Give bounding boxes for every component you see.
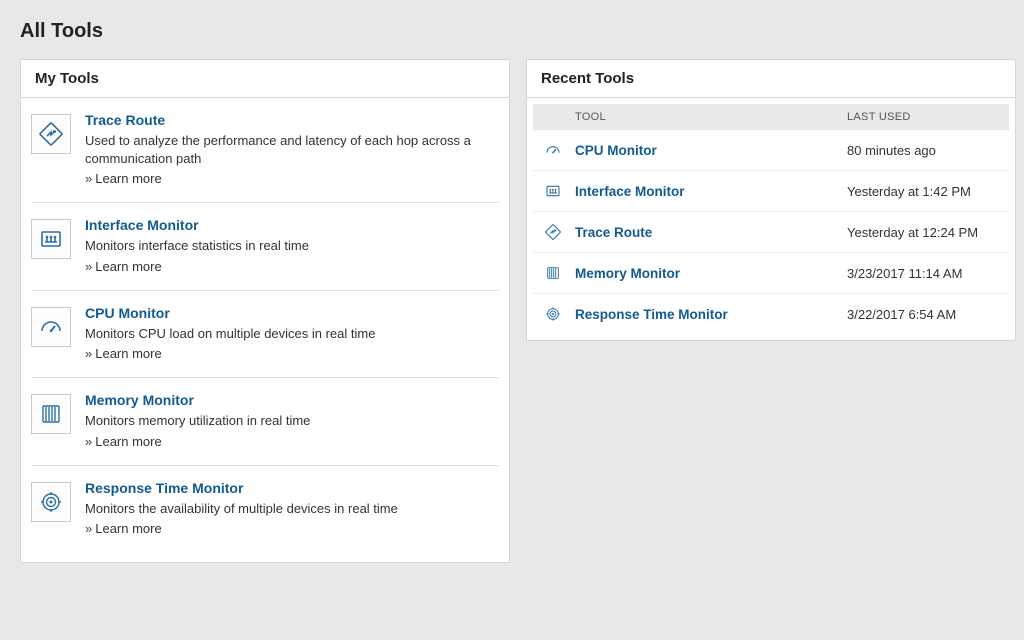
recent-row: Interface MonitorYesterday at 1:42 PM bbox=[533, 171, 1009, 212]
tool-item: Response Time Monitor Monitors the availa… bbox=[31, 465, 499, 553]
interface-icon bbox=[545, 183, 563, 199]
recent-row: CPU Monitor80 minutes ago bbox=[533, 130, 1009, 171]
learn-more-link[interactable]: »Learn more bbox=[85, 259, 162, 274]
learn-more-label: Learn more bbox=[95, 521, 161, 536]
traceroute-icon bbox=[545, 224, 563, 240]
recent-last-used: 3/23/2017 11:14 AM bbox=[847, 266, 997, 281]
tool-body: Memory Monitor Monitors memory utilizatio… bbox=[85, 392, 499, 451]
tool-item: Interface Monitor Monitors interface stat… bbox=[31, 202, 499, 290]
tool-body: Trace Route Used to analyze the performan… bbox=[85, 112, 499, 188]
tool-name-link[interactable]: CPU Monitor bbox=[85, 305, 170, 321]
recent-tools-title: Recent Tools bbox=[527, 60, 1015, 98]
tool-item: Memory Monitor Monitors memory utilizatio… bbox=[31, 377, 499, 465]
cpu-icon bbox=[545, 142, 563, 158]
tool-name-link[interactable]: Interface Monitor bbox=[85, 217, 199, 233]
chevron-right-icon: » bbox=[85, 259, 92, 274]
learn-more-link[interactable]: »Learn more bbox=[85, 346, 162, 361]
recent-tool-link[interactable]: Trace Route bbox=[575, 225, 847, 240]
memory-icon bbox=[31, 394, 71, 434]
learn-more-label: Learn more bbox=[95, 434, 161, 449]
recent-row: Memory Monitor3/23/2017 11:14 AM bbox=[533, 253, 1009, 294]
tool-body: Response Time Monitor Monitors the availa… bbox=[85, 480, 499, 539]
recent-tools-header-row: TOOL LAST USED bbox=[533, 104, 1009, 130]
recent-row: Response Time Monitor3/22/2017 6:54 AM bbox=[533, 294, 1009, 334]
tool-name-link[interactable]: Response Time Monitor bbox=[85, 480, 243, 496]
tool-description: Used to analyze the performance and late… bbox=[85, 132, 499, 167]
my-tools-title: My Tools bbox=[21, 60, 509, 98]
recent-tool-link[interactable]: Interface Monitor bbox=[575, 184, 847, 199]
recent-last-used: Yesterday at 12:24 PM bbox=[847, 225, 997, 240]
tool-name-link[interactable]: Memory Monitor bbox=[85, 392, 194, 408]
response-icon bbox=[31, 482, 71, 522]
recent-last-used: 3/22/2017 6:54 AM bbox=[847, 307, 997, 322]
recent-row: Trace RouteYesterday at 12:24 PM bbox=[533, 212, 1009, 253]
tool-description: Monitors the availability of multiple de… bbox=[85, 500, 499, 518]
chevron-right-icon: » bbox=[85, 434, 92, 449]
cpu-icon bbox=[31, 307, 71, 347]
chevron-right-icon: » bbox=[85, 521, 92, 536]
recent-last-used: 80 minutes ago bbox=[847, 143, 997, 158]
learn-more-label: Learn more bbox=[95, 171, 161, 186]
memory-icon bbox=[545, 265, 563, 281]
tool-name-link[interactable]: Trace Route bbox=[85, 112, 165, 128]
tool-body: Interface Monitor Monitors interface stat… bbox=[85, 217, 499, 276]
learn-more-label: Learn more bbox=[95, 346, 161, 361]
recent-tool-link[interactable]: Memory Monitor bbox=[575, 266, 847, 281]
learn-more-link[interactable]: »Learn more bbox=[85, 434, 162, 449]
learn-more-link[interactable]: »Learn more bbox=[85, 171, 162, 186]
interface-icon bbox=[31, 219, 71, 259]
recent-tool-link[interactable]: Response Time Monitor bbox=[575, 307, 847, 322]
response-icon bbox=[545, 306, 563, 322]
page-title: All Tools bbox=[20, 20, 1004, 43]
traceroute-icon bbox=[31, 114, 71, 154]
tool-item: CPU Monitor Monitors CPU load on multiple… bbox=[31, 290, 499, 378]
chevron-right-icon: » bbox=[85, 346, 92, 361]
learn-more-link[interactable]: »Learn more bbox=[85, 521, 162, 536]
tool-description: Monitors CPU load on multiple devices in… bbox=[85, 325, 499, 343]
recent-tool-link[interactable]: CPU Monitor bbox=[575, 143, 847, 158]
recent-header-lastused: LAST USED bbox=[847, 111, 997, 123]
recent-last-used: Yesterday at 1:42 PM bbox=[847, 184, 997, 199]
tool-item: Trace Route Used to analyze the performan… bbox=[31, 98, 499, 202]
recent-header-tool: TOOL bbox=[545, 111, 847, 123]
tool-body: CPU Monitor Monitors CPU load on multiple… bbox=[85, 305, 499, 364]
tool-description: Monitors memory utilization in real time bbox=[85, 412, 499, 430]
my-tools-panel: My Tools Trace Route Used to analyze the … bbox=[20, 59, 510, 563]
tool-description: Monitors interface statistics in real ti… bbox=[85, 237, 499, 255]
learn-more-label: Learn more bbox=[95, 259, 161, 274]
chevron-right-icon: » bbox=[85, 171, 92, 186]
recent-tools-panel: Recent Tools TOOL LAST USED CPU Monitor8… bbox=[526, 59, 1016, 341]
